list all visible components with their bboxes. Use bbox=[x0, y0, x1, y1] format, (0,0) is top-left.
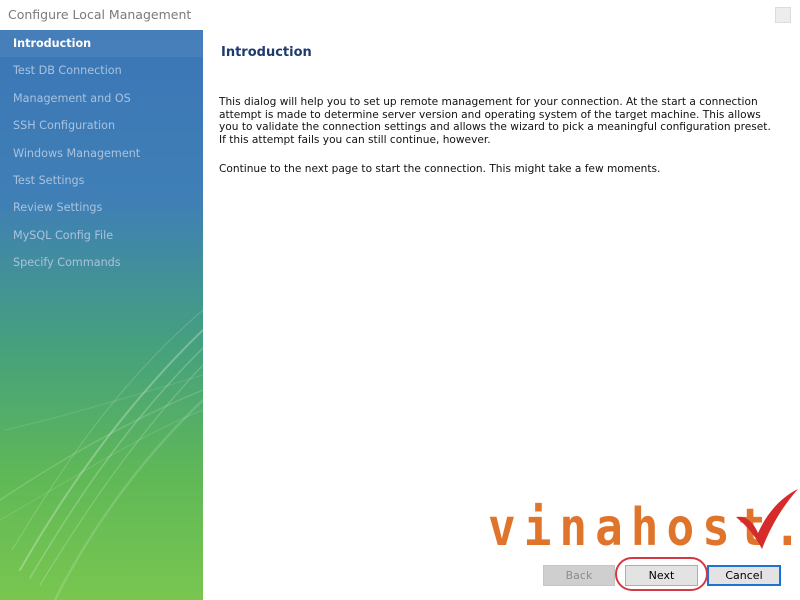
back-button[interactable]: Back bbox=[543, 565, 615, 586]
checkmark-icon bbox=[736, 489, 798, 549]
wizard-sidebar: Introduction Test DB Connection Manageme… bbox=[0, 30, 203, 600]
sidebar-item-test-db-connection[interactable]: Test DB Connection bbox=[0, 57, 203, 84]
continue-paragraph: Continue to the next page to start the c… bbox=[219, 163, 661, 175]
title-bar: Configure Local Management bbox=[0, 0, 800, 30]
sidebar-item-ssh-configuration[interactable]: SSH Configuration bbox=[0, 112, 203, 139]
next-button[interactable]: Next bbox=[625, 565, 698, 586]
sidebar-item-introduction[interactable]: Introduction bbox=[0, 30, 203, 58]
window-title: Configure Local Management bbox=[8, 7, 192, 22]
sidebar-item-test-settings[interactable]: Test Settings bbox=[0, 167, 203, 194]
close-button[interactable] bbox=[775, 7, 791, 23]
wizard-steps: Introduction Test DB Connection Manageme… bbox=[0, 30, 203, 277]
sidebar-item-management-and-os[interactable]: Management and OS bbox=[0, 85, 203, 112]
sidebar-item-specify-commands[interactable]: Specify Commands bbox=[0, 249, 203, 276]
sidebar-item-review-settings[interactable]: Review Settings bbox=[0, 194, 203, 221]
watermark-logo: vinahost. bbox=[488, 489, 800, 557]
sidebar-item-mysql-config-file[interactable]: MySQL Config File bbox=[0, 222, 203, 249]
page-title: Introduction bbox=[221, 45, 312, 60]
cancel-button[interactable]: Cancel bbox=[707, 565, 781, 586]
sidebar-item-windows-management[interactable]: Windows Management bbox=[0, 140, 203, 167]
intro-paragraph: This dialog will help you to set up remo… bbox=[219, 96, 771, 146]
